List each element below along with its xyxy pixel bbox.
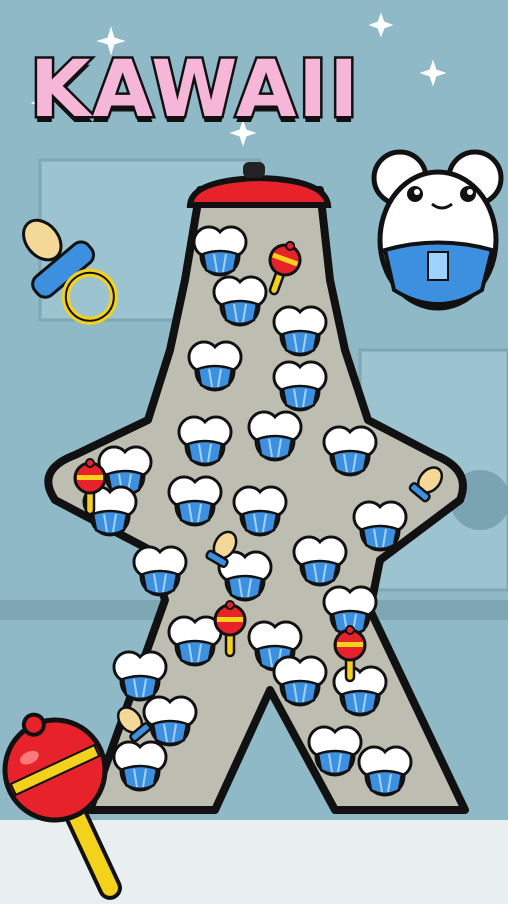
game-screen: KAWAII [0,0,508,904]
game-title: KAWAII [28,43,361,138]
kawaii-baby-icon [371,149,504,311]
